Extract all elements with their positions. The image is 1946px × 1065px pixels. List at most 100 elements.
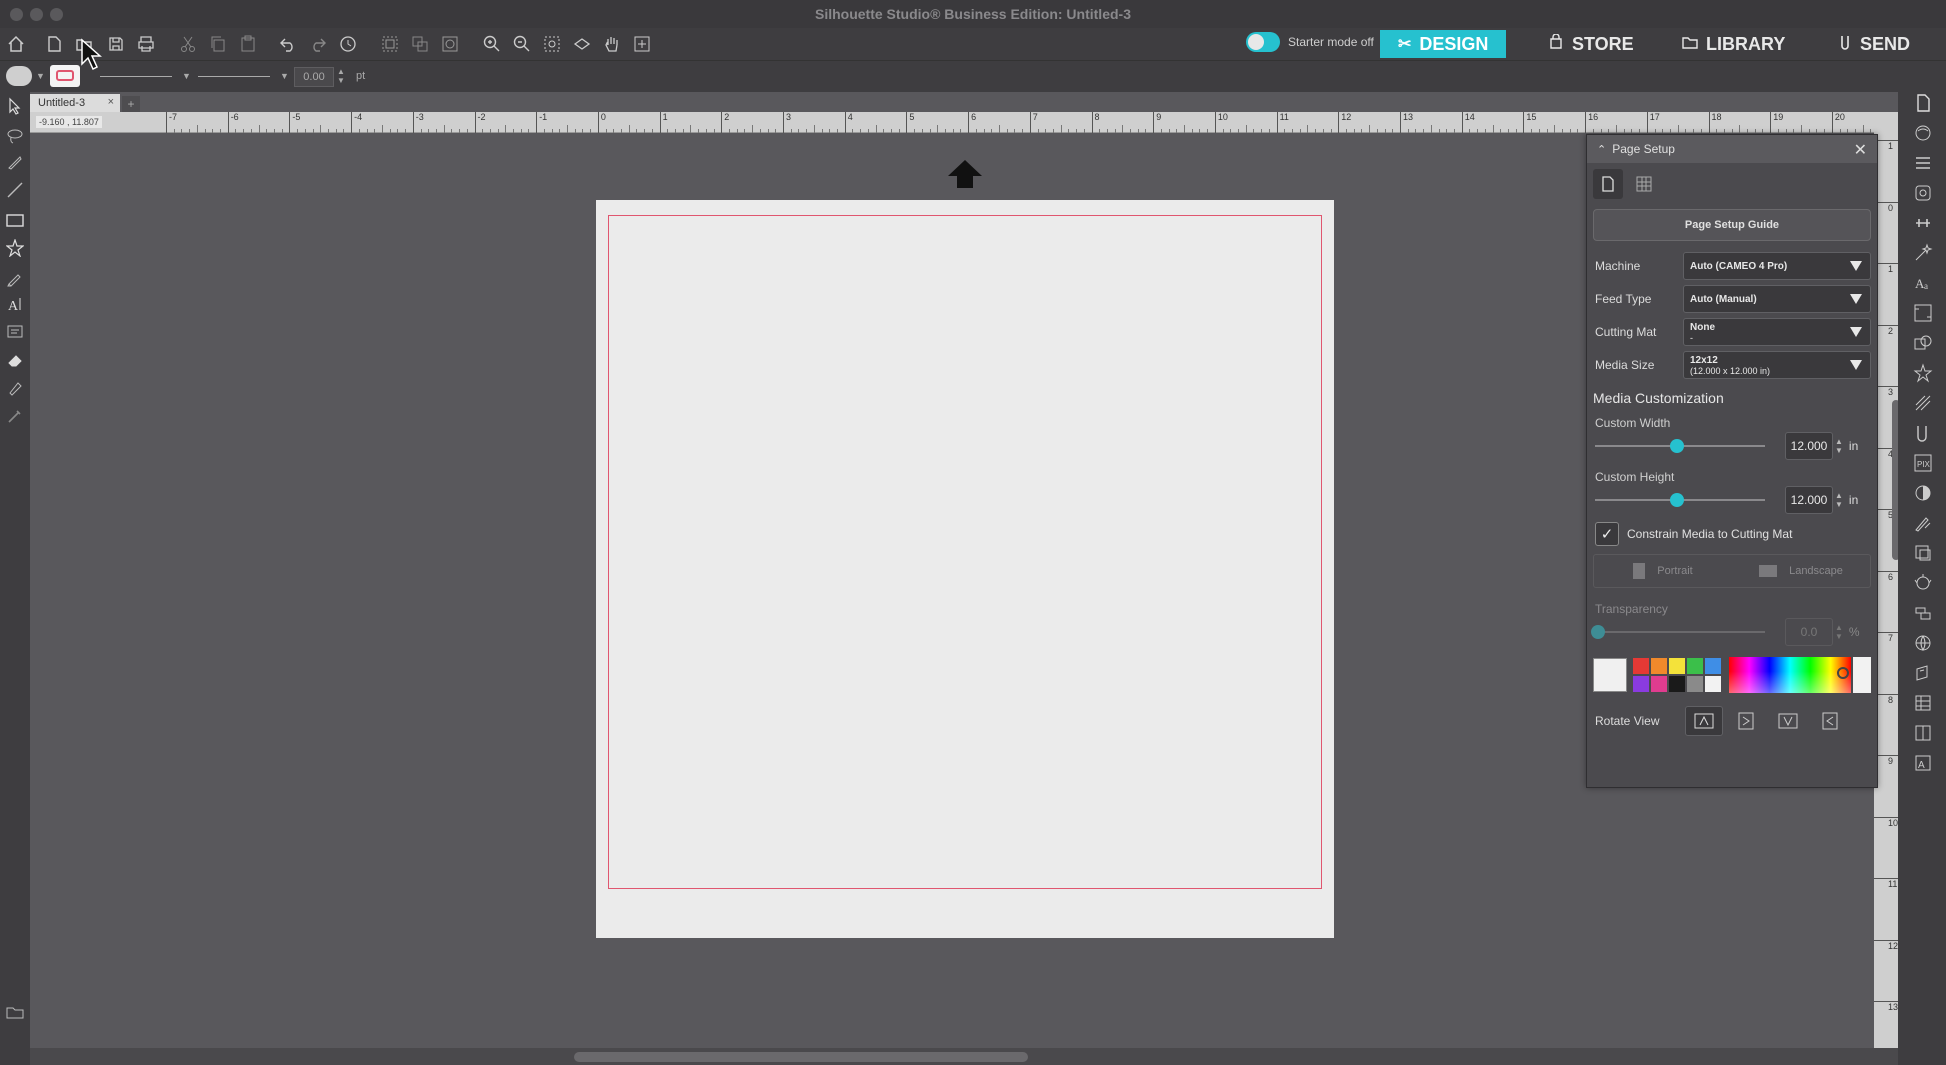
design-store-icon[interactable] (1912, 572, 1934, 594)
slider-knob[interactable] (1669, 439, 1684, 453)
lasso-icon[interactable] (5, 126, 25, 146)
magic-wand-icon[interactable] (1912, 242, 1934, 264)
text-on-path-icon[interactable] (5, 322, 25, 342)
color-swatch[interactable] (1705, 658, 1721, 674)
home-icon[interactable] (4, 32, 28, 56)
eyedropper-icon[interactable] (5, 406, 25, 426)
sketch-pen-icon[interactable] (1912, 512, 1934, 534)
line-width-input[interactable]: 0.00 (294, 67, 334, 87)
transparency-input[interactable]: 0.0 (1785, 618, 1833, 646)
select-arrow-icon[interactable] (5, 96, 25, 116)
media-size-select[interactable]: 12x12 (12.000 x 12.000 in) (1683, 351, 1871, 379)
line-join-preview[interactable] (198, 76, 270, 77)
custom-height-stepper[interactable]: ▲ ▼ (1835, 491, 1843, 509)
rotate-0-button[interactable] (1685, 706, 1723, 736)
redo-icon[interactable] (306, 32, 330, 56)
tab-close-icon[interactable]: × (108, 96, 114, 108)
custom-width-stepper[interactable]: ▲ ▼ (1835, 437, 1843, 455)
cutting-mat-select[interactable]: None - (1683, 318, 1871, 346)
line-color-swatch[interactable] (50, 65, 80, 87)
horizontal-scroll-thumb[interactable] (574, 1052, 1028, 1062)
modify-icon[interactable] (1912, 332, 1934, 354)
drawing-tool-icon[interactable] (5, 268, 25, 288)
chevron-down-icon[interactable]: ▼ (182, 71, 191, 81)
custom-height-slider[interactable] (1595, 493, 1765, 507)
color-spectrum[interactable] (1729, 657, 1851, 693)
fill-color-swatch[interactable] (6, 66, 32, 86)
pan-hand-icon[interactable] (600, 32, 624, 56)
custom-width-input[interactable]: 12.000 (1785, 432, 1833, 460)
color-swatch[interactable] (1633, 658, 1649, 674)
knife-trace-icon[interactable] (1912, 422, 1934, 444)
collapse-chevron-icon[interactable]: ⌃ (1597, 143, 1606, 156)
text-style-icon[interactable]: Aa (1912, 272, 1934, 294)
add-tab-button[interactable]: + (122, 96, 140, 112)
chevron-down-icon[interactable]: ▼ (36, 71, 45, 81)
color-swatch[interactable] (1669, 658, 1685, 674)
slider-knob[interactable] (1669, 493, 1684, 507)
knife-icon[interactable] (5, 152, 25, 172)
page-setup-guide-button[interactable]: Page Setup Guide (1593, 209, 1871, 241)
slider-knob[interactable] (1591, 625, 1605, 639)
starter-mode-toggle[interactable]: Starter mode off (1246, 32, 1374, 52)
panel-header[interactable]: ⌃ Page Setup ✕ (1587, 135, 1877, 163)
eraser-icon[interactable] (5, 350, 25, 370)
replicate-icon[interactable] (1912, 362, 1934, 384)
group-icon[interactable] (378, 32, 402, 56)
rotate-90-button[interactable] (1727, 706, 1765, 736)
zoom-fit-icon[interactable] (570, 32, 594, 56)
history-icon[interactable] (336, 32, 360, 56)
rotate-270-button[interactable] (1811, 706, 1849, 736)
folder-icon[interactable] (5, 1002, 25, 1022)
color-swatch[interactable] (1651, 676, 1667, 692)
transform-icon[interactable] (1912, 212, 1934, 234)
print-icon[interactable] (134, 32, 158, 56)
new-document-icon[interactable] (42, 32, 66, 56)
portrait-button[interactable]: Portrait (1594, 563, 1732, 579)
grid-table-icon[interactable] (1912, 692, 1934, 714)
fill-icon[interactable] (1912, 122, 1934, 144)
globe-icon[interactable] (1912, 632, 1934, 654)
line-style-preview[interactable] (100, 76, 172, 77)
line-width-stepper[interactable]: ▲ ▼ (337, 67, 345, 85)
rectangle-tool-icon[interactable] (5, 210, 25, 230)
send-tab[interactable]: SEND (1820, 30, 1928, 58)
tab-untitled-3[interactable]: Untitled-3 × (30, 94, 120, 112)
shape-text-icon[interactable]: A (1912, 752, 1934, 774)
zoom-selection-icon[interactable] (540, 32, 564, 56)
layers-icon[interactable] (1912, 662, 1934, 684)
copy-icon[interactable] (206, 32, 230, 56)
transparency-stepper[interactable]: ▲ ▼ (1835, 623, 1843, 641)
rotate-180-button[interactable] (1769, 706, 1807, 736)
design-tab[interactable]: ✂ DESIGN (1380, 30, 1507, 58)
color-swatch[interactable] (1633, 676, 1649, 692)
chevron-down-icon[interactable]: ▼ (280, 71, 289, 81)
custom-height-input[interactable]: 12.000 (1785, 486, 1833, 514)
color-picker-marker-icon[interactable] (1837, 667, 1849, 679)
page-setup-icon[interactable] (1912, 92, 1934, 114)
paste-icon[interactable] (236, 32, 260, 56)
compound-path-icon[interactable] (438, 32, 462, 56)
sketch-icon[interactable] (1912, 182, 1934, 204)
cut-icon[interactable] (176, 32, 200, 56)
color-swatch[interactable] (1651, 658, 1667, 674)
offset-icon[interactable] (1912, 392, 1934, 414)
color-swatch[interactable] (1687, 676, 1703, 692)
white-swatch[interactable] (1853, 657, 1871, 693)
nesting-icon[interactable] (1912, 602, 1934, 624)
pixscan-icon[interactable]: PIX (1912, 452, 1934, 474)
toggle-switch[interactable] (1246, 32, 1280, 52)
tab-page-icon[interactable] (1593, 169, 1623, 199)
color-swatch[interactable] (1669, 676, 1685, 692)
align-icon[interactable] (1912, 302, 1934, 324)
close-panel-icon[interactable]: ✕ (1854, 140, 1867, 160)
color-swatch[interactable] (1687, 658, 1703, 674)
text-tool-icon[interactable]: A (5, 294, 25, 314)
machine-select[interactable]: Auto (CAMEO 4 Pro) (1683, 252, 1871, 280)
line-tool-icon[interactable] (5, 180, 25, 200)
zoom-out-icon[interactable] (510, 32, 534, 56)
tab-grid-icon[interactable] (1629, 169, 1659, 199)
save-icon[interactable] (104, 32, 128, 56)
ungroup-icon[interactable] (408, 32, 432, 56)
pen-tool-icon[interactable] (5, 378, 25, 398)
